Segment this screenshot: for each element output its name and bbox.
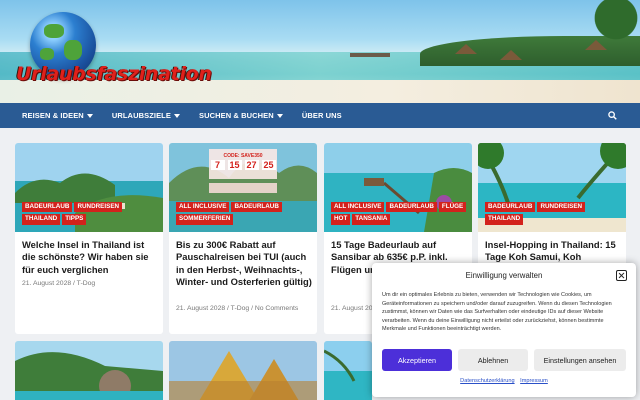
- tag[interactable]: BADEURLAUB: [231, 202, 282, 213]
- chevron-down-icon: [276, 113, 283, 118]
- tag-list: BADEURLAUB RUNDREISEN THAILAND: [485, 202, 625, 225]
- tag[interactable]: RUNDREISEN: [74, 202, 123, 213]
- post-card[interactable]: BADEURLAUB RUNDREISEN THAILAND TIPPS Wel…: [15, 143, 163, 334]
- tag[interactable]: BADEURLAUB: [386, 202, 437, 213]
- imprint-link[interactable]: Impressum: [520, 378, 548, 384]
- post-meta: 21. August 2028 / T-Dog / No Comments: [176, 305, 299, 312]
- countdown-digit: 25: [261, 160, 276, 170]
- consent-text: Um dir ein optimales Erlebnis zu bieten,…: [382, 292, 612, 333]
- tag[interactable]: THAILAND: [485, 214, 524, 225]
- nav-item-label: ÜBER UNS: [301, 111, 342, 120]
- tag-list: ALL INCLUSIVE BADEURLAUB SOMMERFERIEN: [176, 202, 316, 225]
- consent-links: Datenschutzerklärung Impressum: [372, 378, 636, 384]
- close-icon[interactable]: [616, 270, 627, 281]
- search-icon[interactable]: [608, 111, 617, 120]
- nav-item-label: REISEN & IDEEN: [22, 111, 84, 120]
- header-banner: Urlaubsfaszination: [0, 0, 640, 103]
- chevron-down-icon: [173, 113, 180, 118]
- nav-item-urlaubsziele[interactable]: URLAUBSZIELE: [112, 111, 180, 120]
- reject-button[interactable]: Ablehnen: [458, 349, 528, 371]
- countdown-digit: 7: [210, 160, 225, 170]
- post-meta: 21. August 2028 / T-Dog: [22, 280, 96, 287]
- site-logo-text[interactable]: Urlaubsfaszination: [16, 63, 212, 85]
- nav-item-ueber-uns[interactable]: ÜBER UNS: [302, 111, 342, 120]
- chevron-down-icon: [86, 113, 93, 118]
- post-card[interactable]: CODE: SAVE350 7 15 27 25 ALL INCLUSIVE B…: [169, 143, 317, 334]
- nav-item-label: URLAUBSZIELE: [111, 111, 171, 120]
- privacy-link[interactable]: Datenschutzerklärung: [460, 378, 514, 384]
- tag[interactable]: BADEURLAUB: [485, 202, 536, 213]
- tag[interactable]: TANSANIA: [352, 214, 391, 225]
- post-title[interactable]: Welche Insel in Thailand ist die schönst…: [22, 239, 160, 276]
- post-title[interactable]: Insel-Hopping in Thailand: 15 Tage Koh S…: [485, 239, 623, 264]
- post-thumbnail[interactable]: [15, 341, 163, 400]
- countdown-digit: 15: [227, 160, 242, 170]
- settings-button[interactable]: Einstellungen ansehen: [534, 349, 626, 371]
- tag[interactable]: ALL INCLUSIVE: [331, 202, 385, 213]
- promo-code-text: CODE: SAVE350: [223, 153, 263, 159]
- post-thumbnail[interactable]: [324, 341, 372, 400]
- tag[interactable]: SOMMERFERIEN: [176, 214, 234, 225]
- tag-list: BADEURLAUB RUNDREISEN THAILAND TIPPS: [22, 202, 162, 225]
- nav-item-suchen[interactable]: SUCHEN & BUCHEN: [199, 111, 283, 120]
- post-title[interactable]: Bis zu 300€ Rabatt auf Pauschalreisen be…: [176, 239, 314, 289]
- tag[interactable]: ALL INCLUSIVE: [176, 202, 230, 213]
- nav-item-reisen[interactable]: REISEN & IDEEN: [22, 111, 93, 120]
- tag-list: ALL INCLUSIVE BADEURLAUB FLÜGE HOT TANSA…: [331, 202, 471, 225]
- tag[interactable]: HOT: [331, 214, 351, 225]
- countdown-digit: 27: [244, 160, 259, 170]
- cookie-consent-dialog: Einwilligung verwalten Um dir ein optima…: [372, 263, 636, 397]
- tag[interactable]: THAILAND: [22, 214, 61, 225]
- banner-palm: [560, 0, 640, 60]
- post-thumbnail[interactable]: [169, 341, 317, 400]
- accept-button[interactable]: Akzeptieren: [382, 349, 452, 371]
- banner-pier: [350, 53, 390, 57]
- tag[interactable]: RUNDREISEN: [537, 202, 586, 213]
- tag[interactable]: TIPPS: [62, 214, 87, 225]
- consent-title: Einwilligung verwalten: [465, 271, 543, 280]
- countdown: 7 15 27 25: [209, 160, 277, 170]
- main-nav: REISEN & IDEEN URLAUBSZIELE SUCHEN & BUC…: [0, 103, 640, 128]
- nav-item-label: SUCHEN & BUCHEN: [198, 111, 274, 120]
- tag[interactable]: FLÜGE: [438, 202, 467, 213]
- tag[interactable]: BADEURLAUB: [22, 202, 73, 213]
